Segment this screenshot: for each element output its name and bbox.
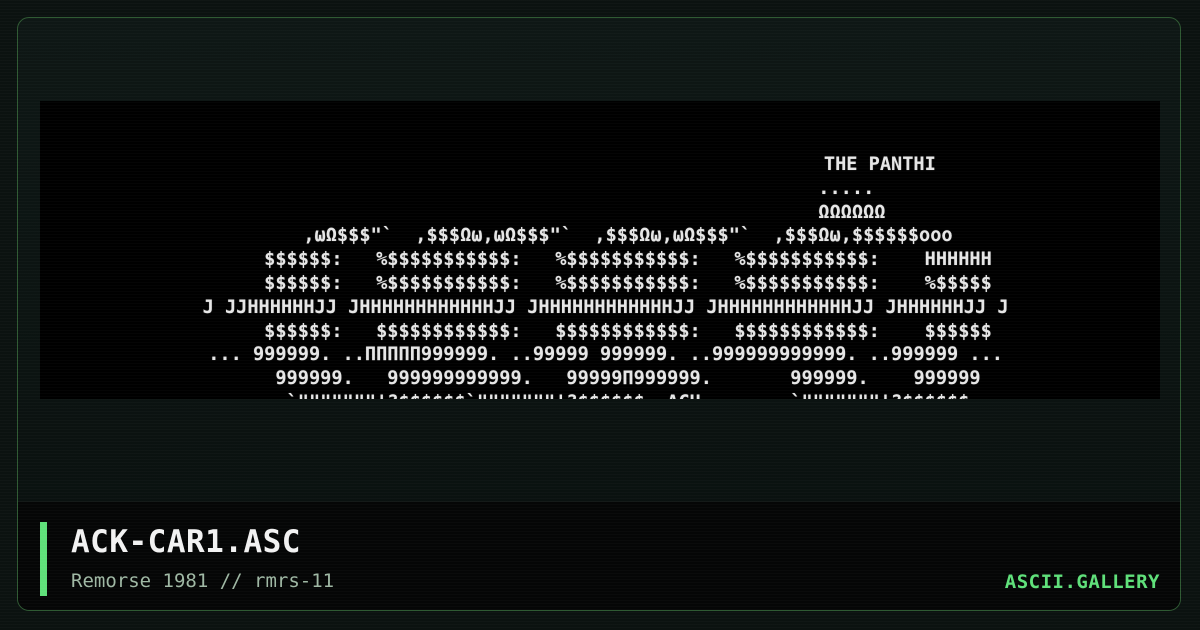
accent-bar [40,522,47,596]
ascii-art: THE PANTHI ..... ΩΩΩΩΩΩ ,ωΩ$$$"` ,$$$Ωω,… [202,154,1009,399]
site-brand[interactable]: ASCII.GALLERY [1005,571,1160,593]
file-subtitle: Remorse 1981 // rmrs-11 [71,570,335,592]
file-title: ACK-CAR1.ASC [71,524,301,560]
caption-footer: ACK-CAR1.ASC Remorse 1981 // rmrs-11 ASC… [18,501,1180,610]
ascii-art-panel: THE PANTHI ..... ΩΩΩΩΩΩ ,ωΩ$$$"` ,$$$Ωω,… [40,101,1160,399]
card-frame: THE PANTHI ..... ΩΩΩΩΩΩ ,ωΩ$$$"` ,$$$Ωω,… [17,17,1181,611]
